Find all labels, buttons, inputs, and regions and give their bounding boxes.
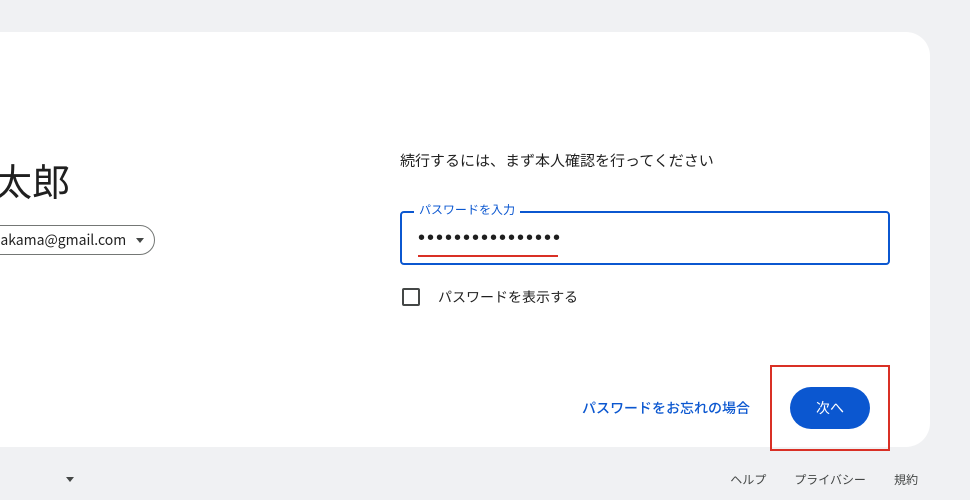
error-underline [418, 255, 558, 257]
left-column: 日太郎 enonakama@gmail.com [0, 32, 400, 447]
language-selector[interactable] [62, 477, 74, 482]
show-password-row: パスワードを表示する [402, 287, 890, 307]
chevron-down-icon [66, 477, 74, 482]
footer: ヘルプ プライバシー 規約 [0, 471, 930, 488]
next-button[interactable]: 次へ [790, 387, 870, 429]
privacy-link[interactable]: プライバシー [794, 471, 866, 488]
forgot-password-link[interactable]: パスワードをお忘れの場合 [582, 398, 750, 418]
show-password-checkbox[interactable] [402, 288, 420, 306]
account-email: enonakama@gmail.com [0, 230, 126, 250]
next-button-highlight-box: 次へ [770, 365, 890, 451]
footer-links: ヘルプ プライバシー 規約 [730, 471, 918, 488]
show-password-label: パスワードを表示する [438, 287, 578, 307]
signin-card: 日太郎 enonakama@gmail.com 続行するには、まず本人確認を行っ… [0, 32, 930, 447]
instruction-text: 続行するには、まず本人確認を行ってください [400, 150, 890, 171]
password-field-wrap: パスワードを入力 [400, 211, 890, 265]
right-column: 続行するには、まず本人確認を行ってください パスワードを入力 パスワードを表示す… [400, 32, 930, 447]
account-name: 日太郎 [0, 152, 400, 207]
terms-link[interactable]: 規約 [894, 471, 918, 488]
account-switcher-chip[interactable]: enonakama@gmail.com [0, 225, 155, 255]
actions-row: パスワードをお忘れの場合 次へ [400, 365, 890, 451]
help-link[interactable]: ヘルプ [730, 471, 766, 488]
chevron-down-icon [136, 238, 144, 243]
password-field-label: パスワードを入力 [414, 201, 520, 218]
